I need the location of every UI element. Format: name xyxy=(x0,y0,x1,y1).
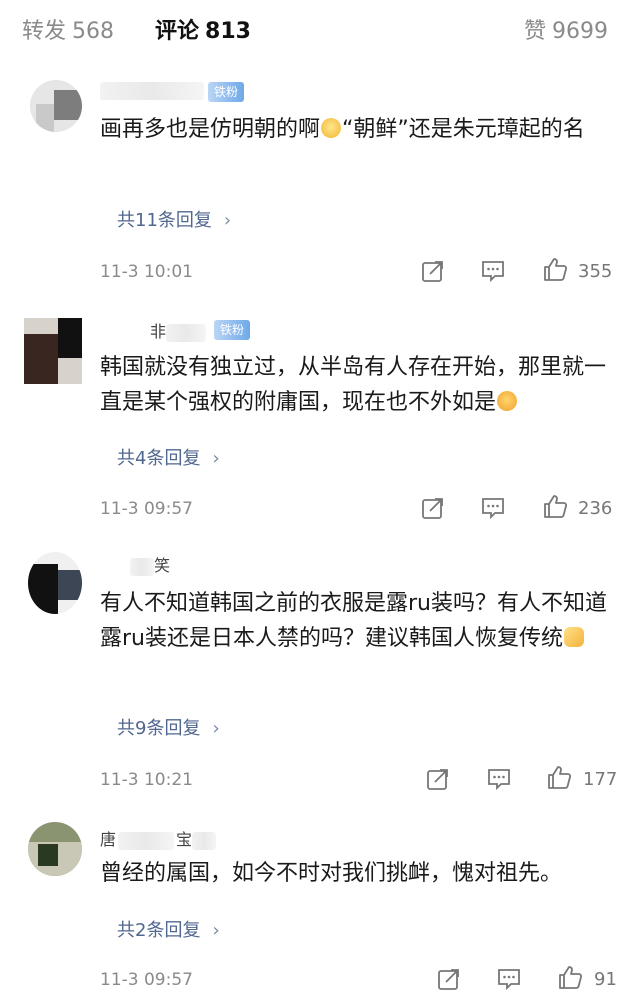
redacted-username xyxy=(130,557,154,576)
share-icon[interactable] xyxy=(436,966,462,992)
comment-text: 曾经的属国，如今不时对我们挑衅，愧对祖先。 xyxy=(100,861,563,886)
comment-time: 11-3 09:57 xyxy=(100,499,193,519)
smirk-emoji-icon xyxy=(321,118,342,138)
comment-text: 有人不知道韩国之前的衣服是露ru装吗？有人不知道露ru装还是日本人禁的吗？建议韩… xyxy=(100,591,607,651)
comment-icon[interactable] xyxy=(486,766,512,792)
tab-repost-label: 转发 xyxy=(22,19,67,44)
like-count: 177 xyxy=(583,769,618,790)
comment-icon[interactable] xyxy=(480,258,506,284)
share-icon[interactable] xyxy=(425,766,451,792)
thumbs-up-icon[interactable] xyxy=(557,964,583,990)
chevron-right-icon: › xyxy=(212,920,220,941)
username[interactable]: 笑 xyxy=(130,552,170,576)
tab-repost-count: 568 xyxy=(72,19,115,44)
tab-like-label: 赞 xyxy=(523,19,546,44)
comment-text: 画再多也是仿明朝的啊 “朝鲜”还是朱元璋起的名 xyxy=(100,117,585,142)
fan-badge: 铁粉 xyxy=(208,82,245,102)
avatar[interactable] xyxy=(30,80,82,132)
view-replies-link[interactable]: 共11条回复 › xyxy=(117,206,231,232)
drooling-emoji-icon xyxy=(497,391,518,411)
tab-like[interactable]: 赞 9699 xyxy=(524,18,608,46)
comment-icon[interactable] xyxy=(480,495,506,521)
view-replies-link[interactable]: 共2条回复 › xyxy=(117,916,220,942)
comment-time: 11-3 10:01 xyxy=(100,262,193,282)
chevron-right-icon: › xyxy=(212,448,220,469)
thumbs-up-icon[interactable] xyxy=(546,764,572,790)
thumbs-up-icon[interactable] xyxy=(542,493,568,519)
comment-time: 11-3 09:57 xyxy=(100,970,193,990)
redacted-username xyxy=(118,831,175,850)
tab-repost[interactable]: 转发 568 xyxy=(22,18,114,46)
avatar[interactable] xyxy=(28,822,82,876)
thumbs-up-icon[interactable] xyxy=(542,256,568,282)
comment-tabs: 转发 568 评论 813 赞 9699 xyxy=(0,0,632,66)
like-count: 355 xyxy=(578,261,613,282)
tab-comment-label: 评论 xyxy=(155,19,200,44)
username[interactable] xyxy=(100,80,204,100)
praying-hands-emoji-icon xyxy=(564,627,584,647)
redacted-username xyxy=(166,323,207,342)
view-replies-link[interactable]: 共9条回复 › xyxy=(117,714,220,740)
view-replies-link[interactable]: 共4条回复 › xyxy=(117,444,220,470)
username[interactable]: 唐宝 xyxy=(100,826,217,850)
username[interactable]: 非 xyxy=(150,318,207,342)
redacted-username xyxy=(100,81,204,100)
like-count: 236 xyxy=(578,498,613,519)
chevron-right-icon: › xyxy=(223,210,232,231)
comment-time: 11-3 10:21 xyxy=(100,770,193,790)
tab-comment[interactable]: 评论 813 xyxy=(155,18,251,46)
like-count: 91 xyxy=(594,969,617,990)
fan-badge: 铁粉 xyxy=(214,320,251,340)
tab-comment-count: 813 xyxy=(205,19,251,44)
comment-text: 韩国就没有独立过，从半岛有人存在开始，那里就一直是某个强权的附庸国，现在也不外如… xyxy=(100,355,607,415)
avatar[interactable] xyxy=(28,552,82,614)
share-icon[interactable] xyxy=(420,495,446,521)
avatar[interactable] xyxy=(24,318,82,384)
chevron-right-icon: › xyxy=(212,718,220,739)
tab-like-count: 9699 xyxy=(552,19,608,44)
comment-icon[interactable] xyxy=(496,966,522,992)
share-icon[interactable] xyxy=(420,258,446,284)
